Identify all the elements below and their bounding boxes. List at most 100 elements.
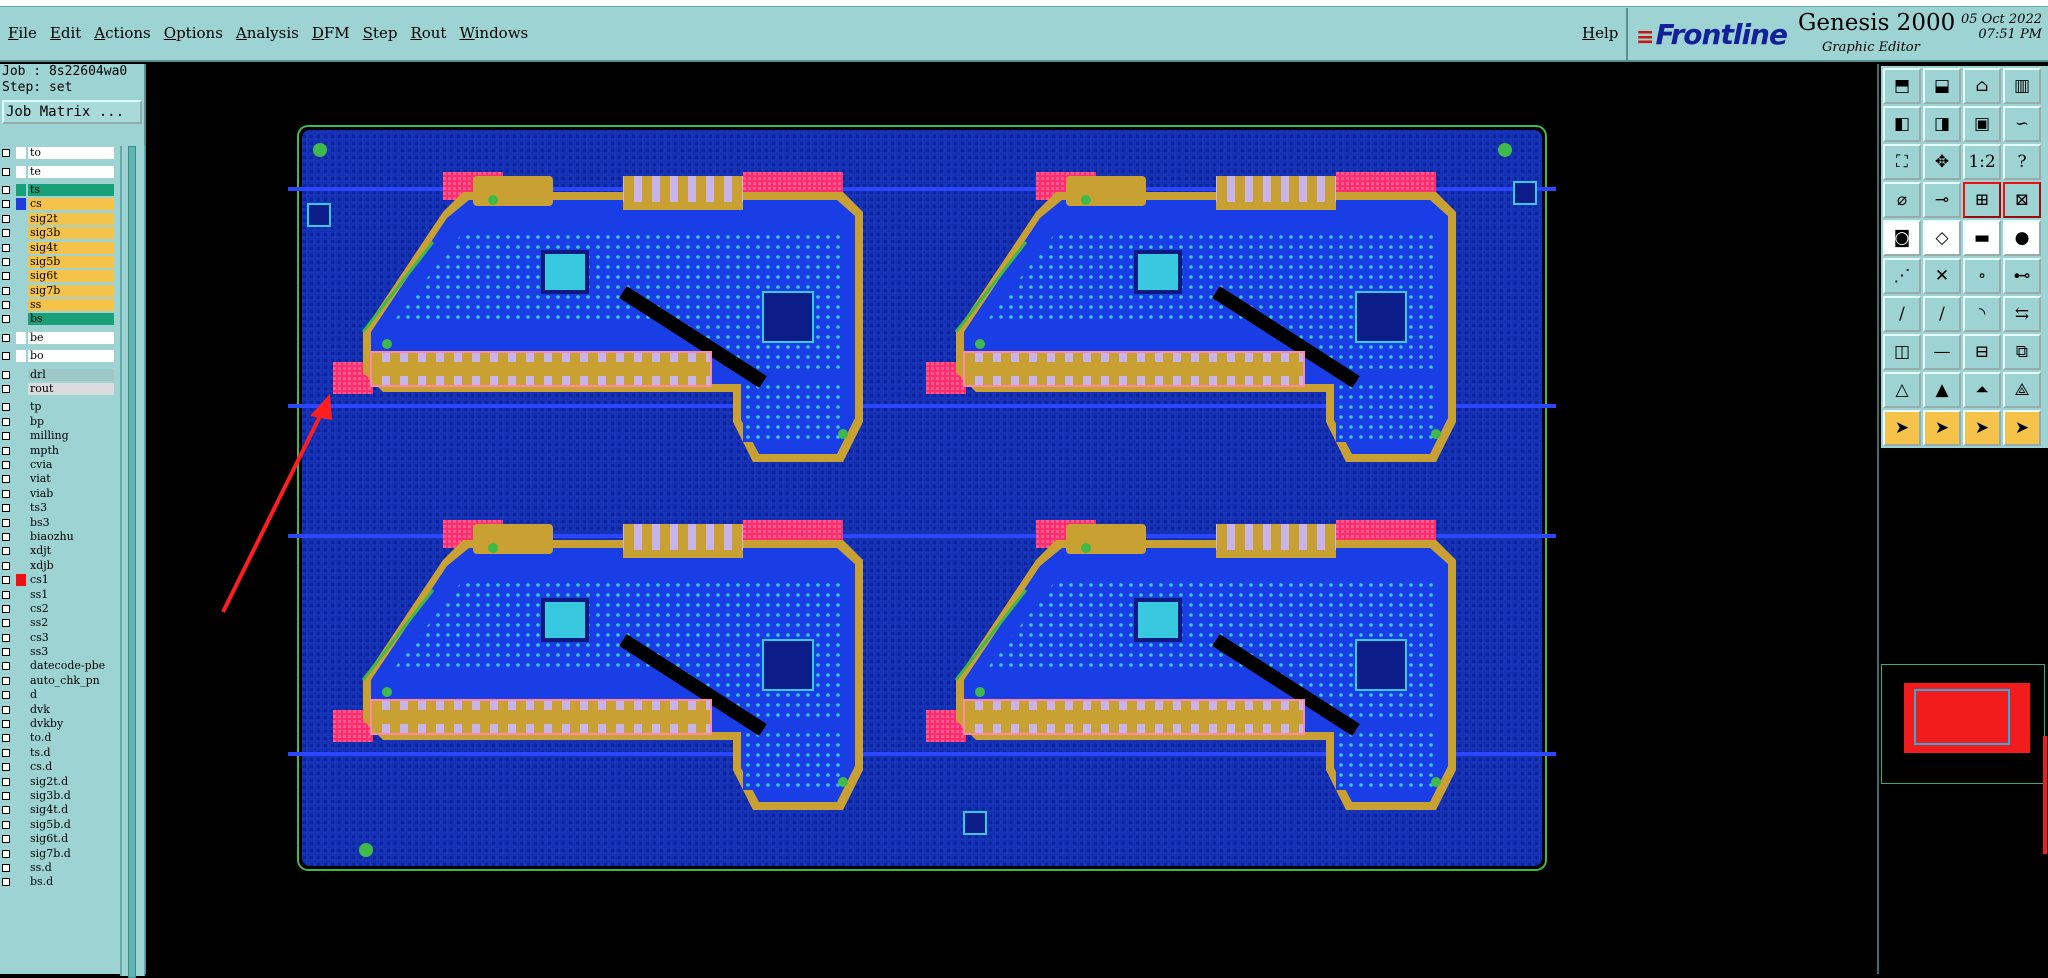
layer-row[interactable]: ts (0, 183, 116, 197)
layer-checkbox[interactable] (2, 272, 10, 281)
layer-row[interactable]: to (0, 146, 116, 160)
layer-checkbox[interactable] (2, 835, 10, 844)
layer-checkbox[interactable] (2, 863, 10, 872)
ratio-icon[interactable]: 1:2 (1963, 144, 2001, 180)
triangle2-icon[interactable]: ▲ (1923, 372, 1961, 408)
layer-name[interactable]: bs (28, 313, 114, 326)
layer-checkbox[interactable] (2, 806, 10, 815)
layer-checkbox[interactable] (2, 167, 10, 176)
pointer-icon[interactable]: ➤ (1883, 410, 1921, 446)
layer-checkbox[interactable] (2, 257, 10, 266)
layer-name[interactable]: ss2 (28, 617, 114, 630)
layer-checkbox[interactable] (2, 489, 10, 498)
layer-checkbox[interactable] (2, 878, 10, 887)
layer-row[interactable]: mpth (0, 443, 116, 457)
layer-row[interactable]: rout (0, 382, 116, 396)
layer-name[interactable]: sig6t.d (28, 833, 114, 846)
menu-analysis[interactable]: Analysis (234, 24, 310, 42)
layer-name[interactable]: sig4t (28, 241, 114, 254)
layer-name[interactable]: d (28, 689, 114, 702)
pcb-panel-view[interactable] (148, 64, 1876, 974)
layer-checkbox[interactable] (2, 849, 10, 858)
layer-name[interactable]: ts.d (28, 746, 114, 759)
layer-name[interactable]: xdjt (28, 545, 114, 558)
layer-row[interactable]: sig6t.d (0, 832, 116, 846)
layer-checkbox[interactable] (2, 370, 10, 379)
layer-row[interactable]: auto_chk_pn (0, 674, 116, 688)
menu-dfm[interactable]: DFM (310, 24, 361, 42)
line-icon[interactable]: ▬ (1963, 220, 2001, 256)
layer-name[interactable]: viat (28, 473, 114, 486)
layer-name[interactable]: sig5b (28, 255, 114, 268)
layer-row[interactable]: bs (0, 312, 116, 326)
layer-row[interactable]: sig5b.d (0, 818, 116, 832)
job-matrix-button[interactable]: Job Matrix ... (2, 100, 142, 124)
layer-checkbox[interactable] (2, 417, 10, 426)
layer-checkbox[interactable] (2, 301, 10, 310)
layer-name[interactable]: sig7b (28, 284, 114, 297)
flip-icon[interactable]: ⇆ (2003, 296, 2041, 332)
dash-icon[interactable]: — (1923, 334, 1961, 370)
layer-row[interactable]: ss (0, 298, 116, 312)
layer-name[interactable]: rout (28, 383, 114, 396)
layer-checkbox[interactable] (2, 734, 10, 743)
layer-row[interactable]: bo (0, 349, 116, 363)
layer-checkbox[interactable] (2, 352, 10, 361)
layer-row[interactable]: drl (0, 367, 116, 381)
layer-checkbox[interactable] (2, 777, 10, 786)
layer-row[interactable]: biaozhu (0, 530, 116, 544)
layer-row[interactable]: ss3 (0, 645, 116, 659)
draw-line-icon[interactable]: ∕ (1883, 296, 1921, 332)
layer-checkbox[interactable] (2, 333, 10, 342)
layer-name[interactable]: tp (28, 401, 114, 414)
layer-row[interactable]: xdjt (0, 544, 116, 558)
layer-checkbox[interactable] (2, 214, 10, 223)
layer-checkbox[interactable] (2, 648, 10, 657)
menu-step[interactable]: Step (361, 24, 409, 42)
arc-icon[interactable]: ◝ (1963, 296, 2001, 332)
layer-checkbox[interactable] (2, 561, 10, 570)
layer-row[interactable]: sig6t (0, 269, 116, 283)
measure-icon[interactable]: ⌀ (1883, 182, 1921, 218)
menu-options[interactable]: Options (162, 24, 234, 42)
layer-checkbox[interactable] (2, 229, 10, 238)
layer-name[interactable]: ts3 (28, 502, 114, 515)
net-icon[interactable]: ⊞ (1963, 182, 2001, 218)
layer-row[interactable]: ts.d (0, 746, 116, 760)
node-move-icon[interactable]: ⊷ (2003, 258, 2041, 294)
layer-checkbox[interactable] (2, 286, 10, 295)
layer-checkbox[interactable] (2, 532, 10, 541)
layer-checkbox[interactable] (2, 200, 10, 209)
menu-rout[interactable]: Rout (408, 24, 457, 42)
frame-icon[interactable]: ▣ (1963, 106, 2001, 142)
layer-name[interactable]: sig4t.d (28, 804, 114, 817)
layer-name[interactable]: to (28, 147, 114, 160)
layer-name[interactable]: sig7b.d (28, 847, 114, 860)
layer-row[interactable]: sig2t.d (0, 774, 116, 788)
menu-file[interactable]: File (6, 24, 48, 42)
pan-icon[interactable]: ✥ (1923, 144, 1961, 180)
layer-row[interactable]: cs1 (0, 573, 116, 587)
layer-name[interactable]: dvkby (28, 718, 114, 731)
triangle-icon[interactable]: △ (1883, 372, 1921, 408)
layer-row[interactable]: ss2 (0, 616, 116, 630)
help-icon[interactable]: ? (2003, 144, 2041, 180)
layer-checkbox[interactable] (2, 504, 10, 513)
layer-row[interactable]: viat (0, 472, 116, 486)
layer-row[interactable]: sig7b.d (0, 846, 116, 860)
layer-checkbox[interactable] (2, 691, 10, 700)
pointer2-icon[interactable]: ➤ (1923, 410, 1961, 446)
layer-checkbox[interactable] (2, 720, 10, 729)
layer-checkbox[interactable] (2, 576, 10, 585)
layer-checkbox[interactable] (2, 475, 10, 484)
layer-name[interactable]: biaozhu (28, 530, 114, 543)
layer-name[interactable]: sig6t (28, 270, 114, 283)
layer-checkbox[interactable] (2, 547, 10, 556)
layer-name[interactable]: cs.d (28, 761, 114, 774)
layer-name[interactable]: bo (28, 350, 114, 363)
layer-row[interactable]: sig2t (0, 212, 116, 226)
prev-icon[interactable]: ◧ (1883, 106, 1921, 142)
layer-name[interactable]: sig2t (28, 212, 114, 225)
edit-shape-icon[interactable]: ◇ (1923, 220, 1961, 256)
layer-row[interactable]: ts3 (0, 501, 116, 515)
